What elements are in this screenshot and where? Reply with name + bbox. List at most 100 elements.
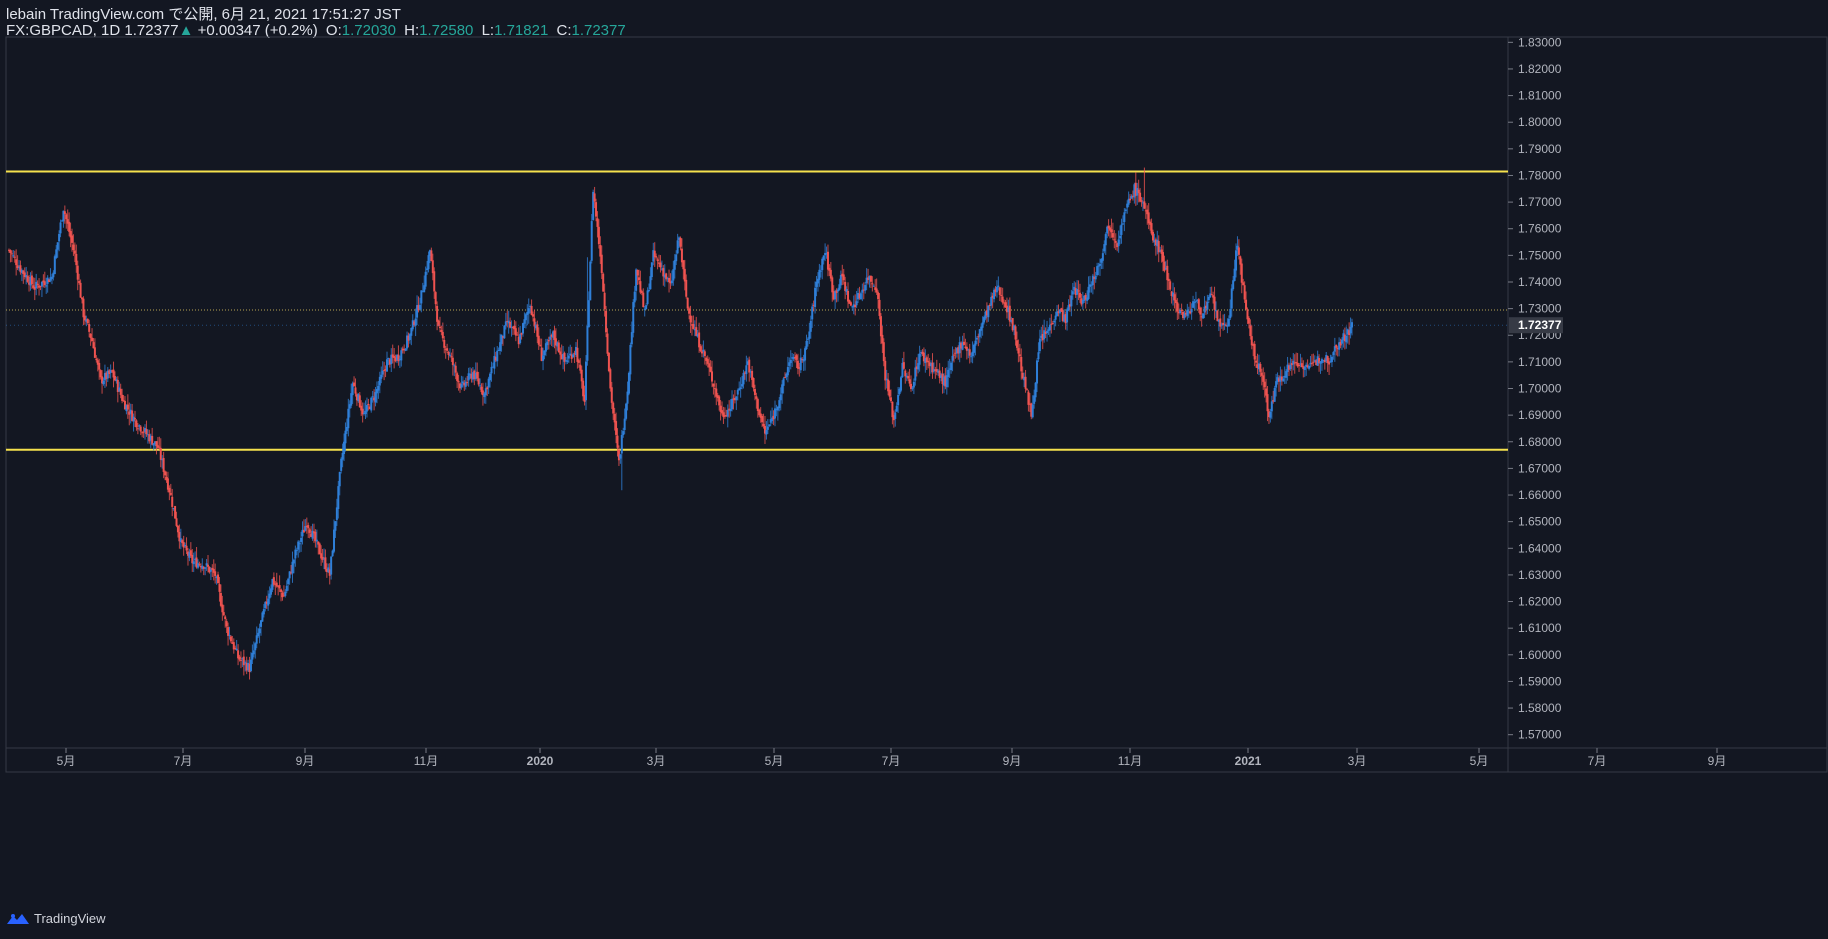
- candle-body: [676, 240, 679, 254]
- candle-body: [566, 360, 569, 362]
- candle-body: [86, 319, 89, 324]
- candle-body: [1216, 310, 1219, 322]
- candle-body: [102, 380, 105, 385]
- candle-body: [192, 561, 195, 565]
- candle-body: [272, 577, 275, 585]
- candle-body: [1051, 323, 1054, 325]
- candle-body: [914, 367, 917, 381]
- candle-body: [278, 585, 281, 589]
- candle-body: [262, 609, 265, 615]
- candle-body: [204, 567, 207, 569]
- candle-body: [1123, 212, 1126, 222]
- candle-body: [427, 255, 430, 270]
- candle-body: [441, 331, 444, 339]
- candle-body: [353, 382, 356, 387]
- candle-body: [98, 362, 101, 370]
- candle-body: [514, 328, 517, 336]
- x-tick-label: 9月: [1708, 754, 1727, 768]
- candle-body: [1289, 364, 1292, 369]
- candle-body: [234, 647, 237, 649]
- candle-body: [855, 301, 858, 306]
- candle-body: [56, 242, 59, 250]
- candle-body: [1275, 381, 1278, 388]
- candle-body: [627, 372, 630, 394]
- candle-body: [1245, 299, 1248, 310]
- candle-body: [630, 332, 633, 345]
- x-tick-label: 2021: [1235, 754, 1262, 768]
- candle-body: [655, 256, 658, 258]
- candle-body: [891, 401, 894, 418]
- candle-body: [400, 350, 403, 361]
- candle-body: [649, 276, 652, 290]
- candle-body: [819, 270, 822, 272]
- candle-body: [872, 285, 875, 287]
- candle-body: [78, 281, 81, 283]
- candle-body: [298, 543, 301, 545]
- candle-body: [997, 285, 1000, 288]
- y-tick-label: 1.68000: [1518, 435, 1562, 449]
- candle-body: [1270, 401, 1273, 412]
- candle-body: [1243, 285, 1246, 300]
- candle-body: [849, 302, 852, 306]
- candle-body: [1229, 308, 1232, 319]
- candle-body: [1285, 371, 1288, 378]
- y-tick-label: 1.57000: [1518, 728, 1562, 742]
- candle-body: [1167, 278, 1170, 282]
- candle-body: [380, 374, 383, 379]
- candle-body: [431, 260, 434, 274]
- candle-body: [500, 334, 503, 344]
- candle-body: [1193, 302, 1196, 304]
- x-tick-label: 7月: [174, 754, 193, 768]
- candle-body: [1249, 324, 1252, 337]
- candle-body: [877, 292, 880, 300]
- candle-body: [1259, 364, 1262, 372]
- y-tick-label: 1.69000: [1518, 408, 1562, 422]
- candle-body: [58, 233, 61, 242]
- candle-body: [1034, 382, 1037, 398]
- candle-body: [450, 356, 453, 358]
- candle-body: [619, 454, 622, 459]
- y-tick-label: 1.58000: [1518, 701, 1562, 715]
- candle-body: [308, 529, 311, 533]
- candle-body: [735, 396, 738, 401]
- candle-body: [736, 390, 739, 395]
- candle-body: [280, 589, 283, 592]
- candle-body: [911, 387, 914, 389]
- candle-body: [912, 381, 915, 388]
- candle-body: [1282, 378, 1285, 382]
- candle-body: [175, 518, 178, 526]
- candle-body: [633, 291, 636, 303]
- y-tick-label: 1.63000: [1518, 568, 1562, 582]
- candle-body: [1162, 252, 1165, 262]
- candle-body: [784, 377, 787, 379]
- candle-body: [597, 226, 600, 245]
- candle-body: [567, 355, 570, 359]
- x-tick-label: 3月: [1348, 754, 1367, 768]
- candle-body: [739, 387, 742, 389]
- candle-body: [1235, 250, 1238, 271]
- candle-body: [629, 344, 632, 375]
- candle-body: [79, 282, 82, 298]
- candle-body: [1038, 338, 1041, 352]
- candle-body: [496, 350, 499, 362]
- candle-body: [908, 379, 911, 384]
- candle-body: [168, 487, 171, 493]
- candle-body: [1209, 293, 1212, 298]
- candle-body: [387, 358, 390, 360]
- candle-body: [829, 269, 832, 279]
- y-tick-label: 1.65000: [1518, 515, 1562, 529]
- candle-body: [1054, 315, 1057, 320]
- candle-body: [136, 428, 139, 430]
- candle-body: [1020, 356, 1023, 372]
- candle-body: [582, 380, 585, 397]
- y-tick-label: 1.81000: [1518, 89, 1562, 103]
- candle-body: [881, 334, 884, 344]
- price-chart[interactable]: 1.83000 1.82000 1.81000 1.80000 1.79000 1.780…: [0, 0, 1828, 939]
- candle-body: [217, 574, 220, 584]
- candle-body: [600, 254, 603, 273]
- candle-body: [214, 571, 217, 577]
- candle-body: [875, 288, 878, 293]
- candle-body: [778, 400, 781, 409]
- candle-body: [682, 260, 685, 270]
- candle-body: [490, 366, 493, 374]
